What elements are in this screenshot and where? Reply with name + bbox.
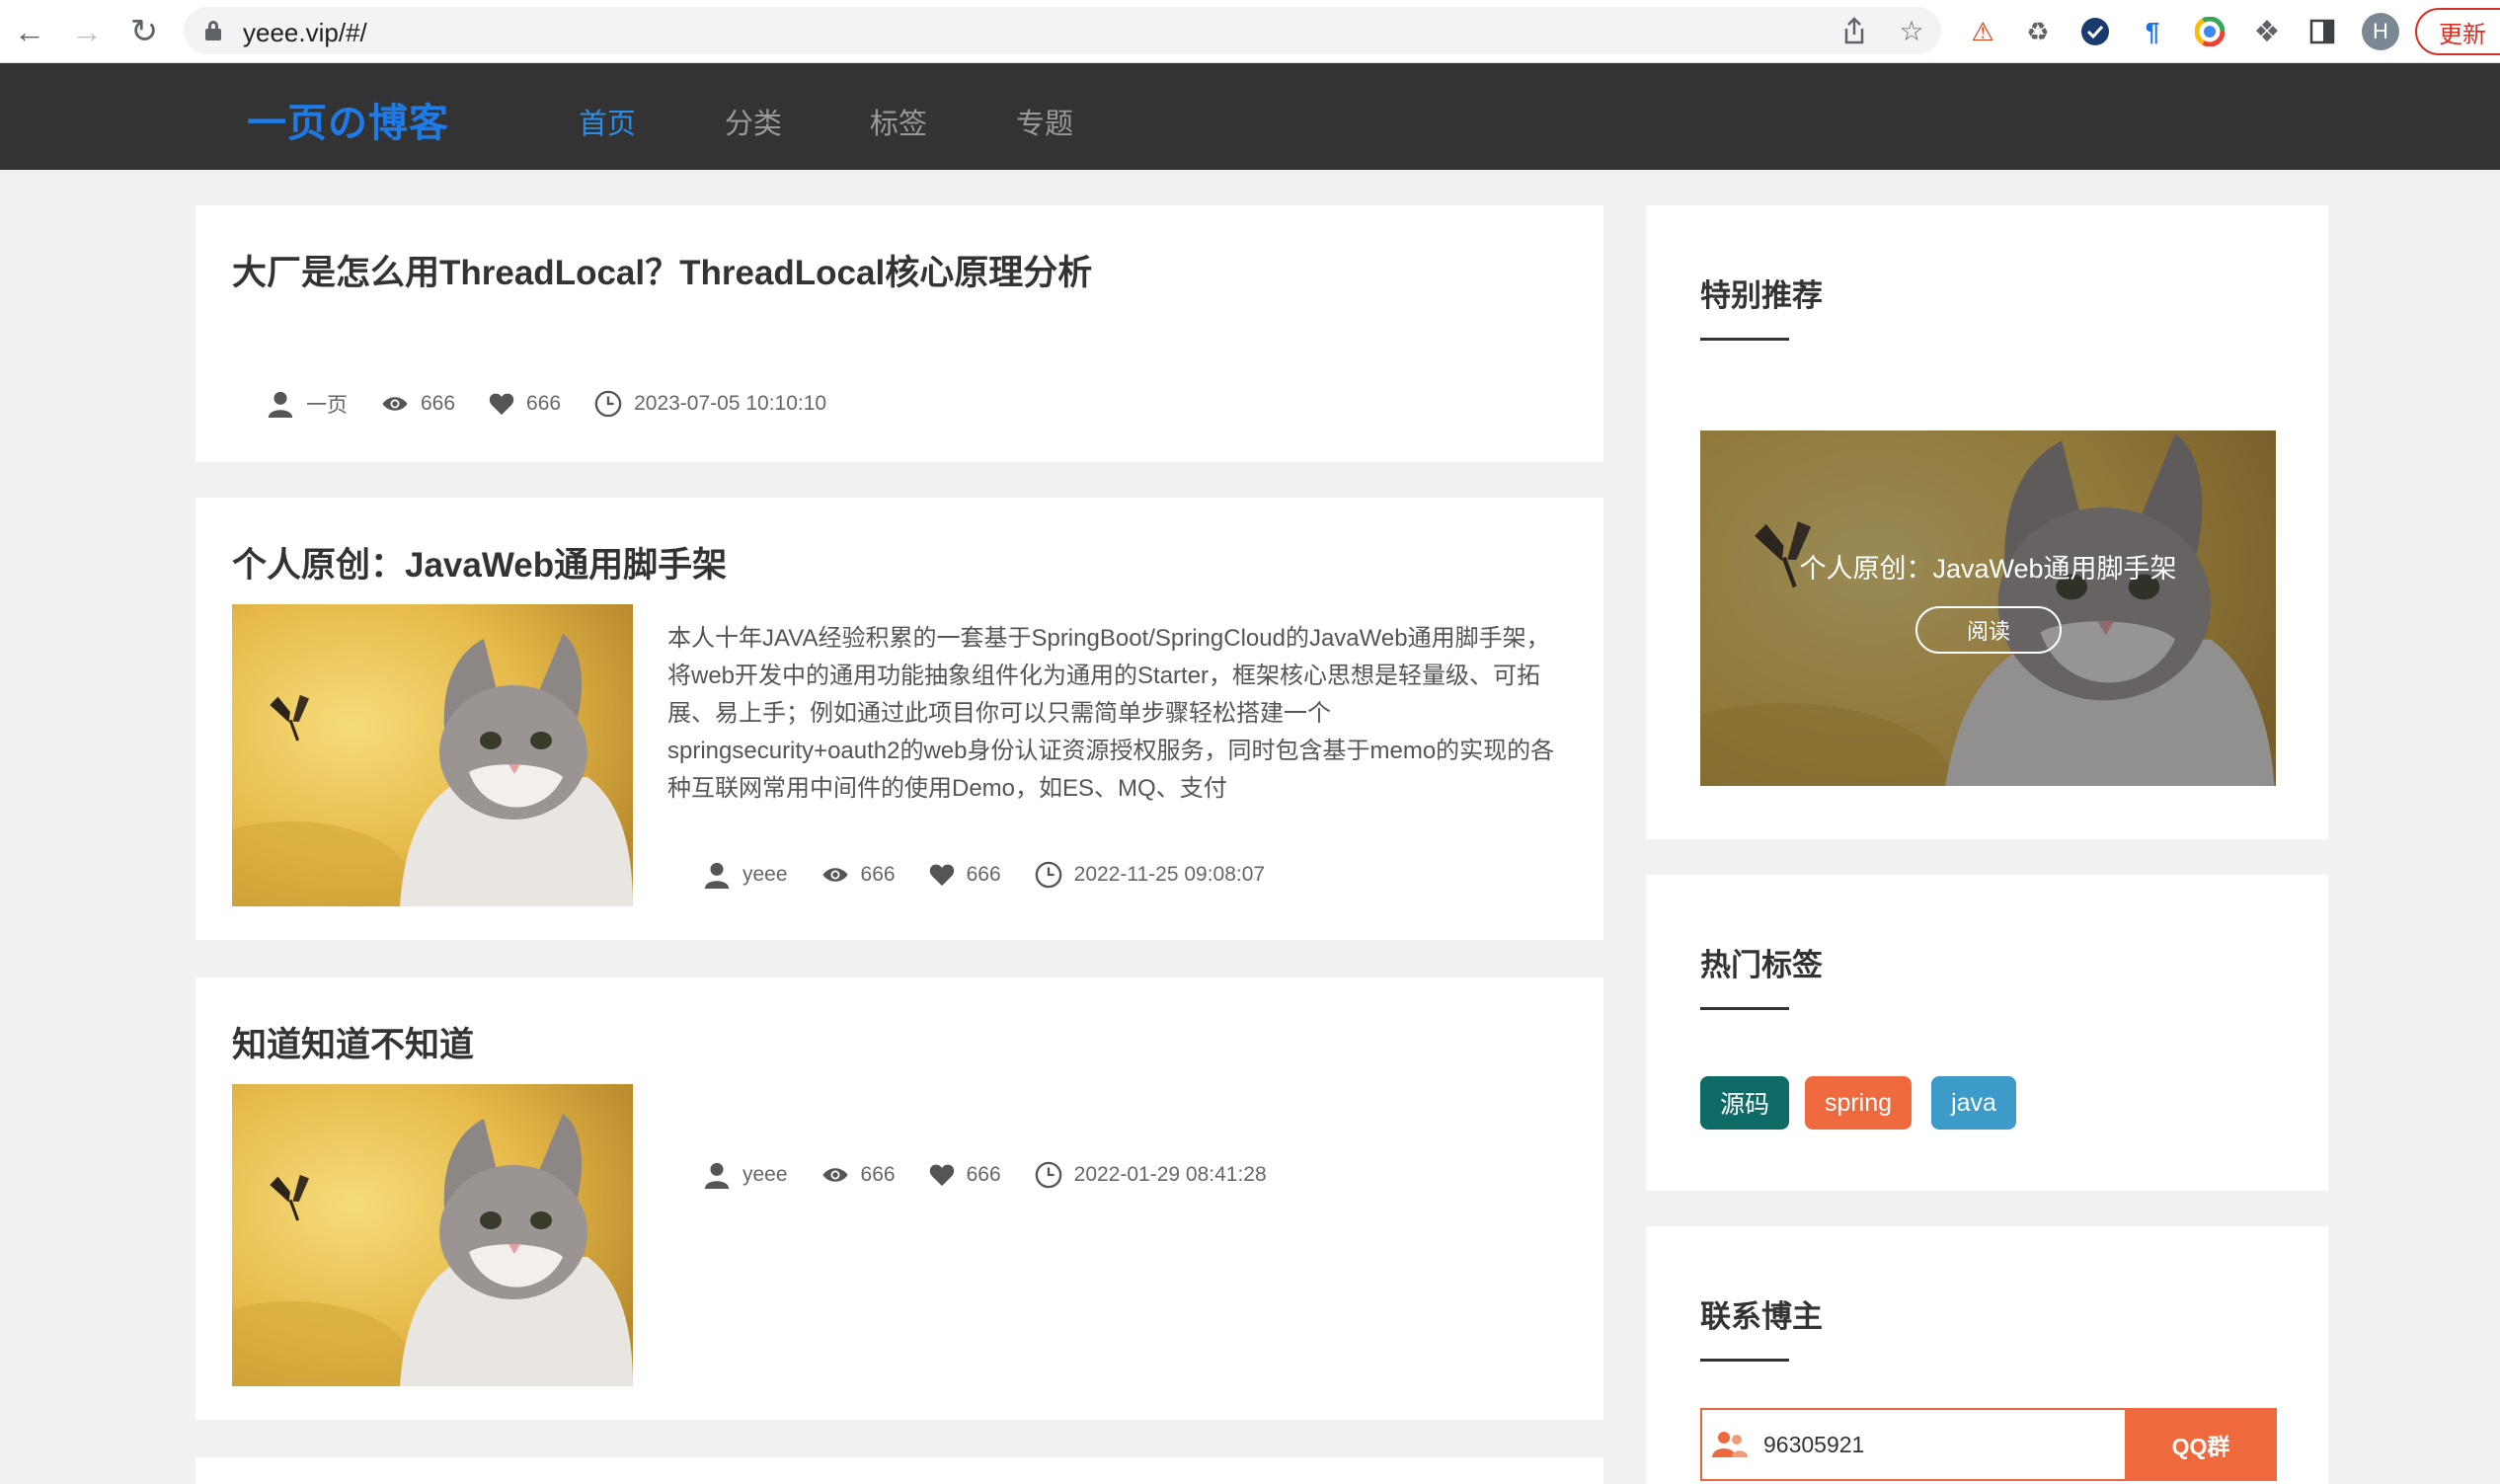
extension-check-icon[interactable] (2077, 14, 2113, 49)
users-icon (1712, 1432, 1748, 1457)
post-card[interactable]: 个人原创：JavaWeb通用脚手架 本人十年JAVA经验积累的一套基于Sprin… (195, 498, 1603, 940)
post-meta: 一页 666 666 2023-07-05 10:10:10 (267, 389, 860, 419)
author-icon (703, 861, 731, 889)
post-author: 一页 (306, 394, 348, 417)
tag-spring[interactable]: spring (1805, 1076, 1912, 1130)
update-button[interactable]: 更新 (2415, 8, 2500, 55)
share-icon[interactable] (1838, 15, 1870, 46)
post-title[interactable]: 大厂是怎么用ThreadLocal？ThreadLocal核心原理分析 (232, 245, 1092, 295)
qq-number-field[interactable]: 96305921 (1700, 1408, 2125, 1481)
back-icon[interactable]: ← (12, 14, 47, 49)
clock-icon (1035, 1161, 1062, 1189)
post-title[interactable]: 知道知道不知道 (232, 1017, 474, 1067)
post-date: 2023-07-05 10:10:10 (634, 392, 827, 415)
likes-icon (489, 392, 514, 416)
post-card[interactable]: 大厂是怎么用ThreadLocal？ThreadLocal核心原理分析 一页 6… (195, 205, 1603, 462)
extensions-puzzle-icon[interactable]: ❖ (2249, 14, 2285, 49)
lock-icon[interactable] (205, 21, 221, 40)
hot-tags-panel: 热门标签 (1646, 875, 2328, 1191)
extension-recycle-icon[interactable]: ♻ (2020, 14, 2056, 49)
side-panel-icon[interactable] (2305, 14, 2340, 49)
post-views: 666 (860, 863, 896, 886)
post-date: 2022-01-29 08:41:28 (1073, 1163, 1267, 1186)
clock-icon (1035, 861, 1062, 889)
post-thumbnail[interactable] (232, 1084, 633, 1386)
views-icon (821, 866, 849, 884)
post-likes: 666 (526, 392, 562, 415)
recommend-title[interactable]: 个人原创：JavaWeb通用脚手架 (1700, 547, 2276, 586)
views-icon (821, 1166, 849, 1184)
post-card[interactable]: 知道知道不知道 yeee 666 666 2022-01-29 08:41:28 (195, 977, 1603, 1420)
author-icon (703, 1161, 731, 1189)
author-icon (267, 390, 294, 418)
tag-source-code[interactable]: 源码 (1700, 1076, 1789, 1130)
recommend-feature[interactable]: 个人原创：JavaWeb通用脚手架 阅读 (1700, 430, 2276, 786)
nav-item-categories[interactable]: 分类 (725, 101, 782, 142)
post-meta: yeee 666 666 2022-11-25 09:08:07 (703, 861, 1298, 889)
contact-heading: 联系博主 (1700, 1299, 1823, 1334)
site-header: 一页の博客 首页 分类 标签 专题 (0, 63, 2500, 170)
extension-translate-icon[interactable]: ¶ (2135, 14, 2170, 49)
url-text[interactable]: yeee.vip/#/ (243, 18, 367, 48)
profile-avatar[interactable]: H (2362, 13, 2399, 50)
post-meta: yeee 666 666 2022-01-29 08:41:28 (703, 1161, 1300, 1189)
qq-group-button[interactable]: QQ群 (2125, 1408, 2277, 1481)
extension-warning-icon[interactable]: ⚠ (1965, 14, 2000, 49)
heading-underline (1700, 1359, 1789, 1362)
bookmark-star-icon[interactable]: ☆ (1896, 15, 1927, 46)
post-title[interactable]: 个人原创：JavaWeb通用脚手架 (232, 537, 727, 587)
post-likes: 666 (966, 863, 1001, 886)
post-date: 2022-11-25 09:08:07 (1073, 863, 1266, 886)
address-bar[interactable]: yeee.vip/#/ ☆ (184, 7, 1941, 54)
browser-toolbar: ← → ↻ yeee.vip/#/ ☆ ⚠ ♻ ¶ ❖ H 更新 (0, 0, 2500, 63)
extension-chrome-icon[interactable] (2192, 14, 2227, 49)
site-logo[interactable]: 一页の博客 (247, 91, 449, 148)
likes-icon (929, 1163, 955, 1187)
post-author: yeee (742, 863, 788, 886)
post-card[interactable] (195, 1457, 1603, 1484)
views-icon (381, 395, 409, 413)
tag-java[interactable]: java (1931, 1076, 2016, 1130)
likes-icon (929, 863, 955, 887)
nav-item-tags[interactable]: 标签 (870, 101, 927, 142)
read-button[interactable]: 阅读 (1915, 606, 2062, 654)
post-likes: 666 (966, 1163, 1001, 1186)
recommend-heading: 特别推荐 (1700, 278, 1823, 313)
heading-underline (1700, 1007, 1789, 1010)
post-author: yeee (742, 1163, 788, 1186)
post-summary: 本人十年JAVA经验积累的一套基于SpringBoot/SpringCloud的… (667, 625, 1555, 802)
forward-icon[interactable]: → (69, 14, 105, 49)
recommend-panel: 特别推荐 个人原创：JavaWeb通用脚手架 阅读 (1646, 205, 2328, 839)
heading-underline (1700, 338, 1789, 341)
post-views: 666 (860, 1163, 896, 1186)
nav-item-home[interactable]: 首页 (579, 101, 636, 142)
post-views: 666 (421, 392, 456, 415)
qq-number[interactable]: 96305921 (1763, 1432, 1864, 1458)
post-thumbnail[interactable] (232, 604, 633, 906)
nav-item-topics[interactable]: 专题 (1016, 101, 1073, 142)
clock-icon (594, 390, 622, 418)
hot-tags-heading: 热门标签 (1700, 948, 1823, 982)
reload-icon[interactable]: ↻ (126, 14, 162, 49)
